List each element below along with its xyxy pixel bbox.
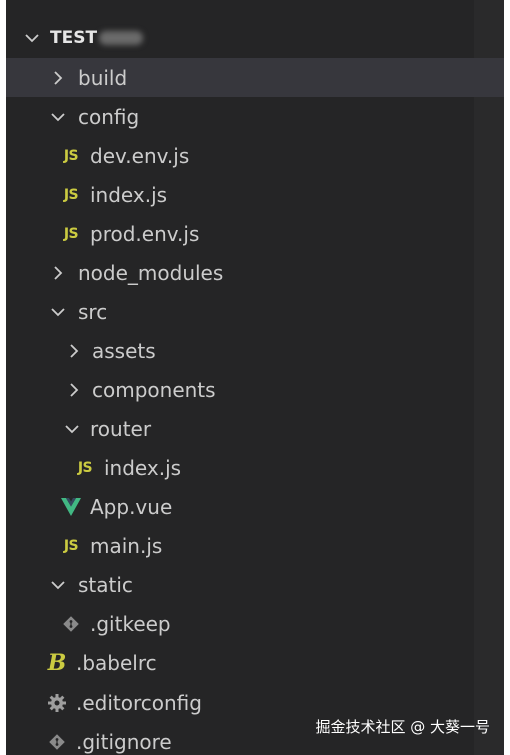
chevron-down-icon — [60, 417, 84, 441]
tree-item-label: router — [90, 416, 152, 441]
tree-item-label: index.js — [104, 455, 182, 480]
tree-item-router[interactable]: router — [6, 409, 504, 448]
tree-item-router-index-js[interactable]: JS index.js — [6, 448, 504, 487]
chevron-right-icon — [46, 261, 70, 285]
tree-item-components[interactable]: components — [6, 370, 504, 409]
tree-item-label: static — [78, 572, 133, 597]
tree-item-label: build — [78, 65, 128, 90]
chevron-down-icon — [46, 573, 70, 597]
chevron-right-icon — [62, 339, 86, 363]
watermark-text: 掘金技术社区 @ 大葵一号 — [315, 718, 490, 736]
tree-item-prod-env-js[interactable]: JS prod.env.js — [6, 214, 504, 253]
gear-icon — [44, 693, 70, 713]
tree-item-babelrc[interactable]: B .babelrc — [6, 643, 504, 682]
redacted-text — [99, 31, 144, 45]
js-file-icon: JS — [63, 225, 79, 242]
git-icon — [58, 615, 84, 633]
tree-item-src[interactable]: src — [6, 292, 504, 331]
chevron-down-icon — [46, 300, 70, 324]
tree-item-label: .editorconfig — [76, 690, 202, 715]
tree-item-label: main.js — [90, 533, 163, 558]
explorer-root-folder[interactable]: TEST — [6, 18, 486, 58]
tree-item-label: .babelrc — [76, 650, 157, 675]
tree-item-label: components — [92, 377, 216, 402]
vue-icon — [58, 497, 84, 517]
tree-item-label: node_modules — [78, 260, 224, 285]
js-file-icon: JS — [77, 459, 93, 476]
tree-item-node-modules[interactable]: node_modules — [6, 253, 504, 292]
tree-item-main-js[interactable]: JS main.js — [6, 526, 504, 565]
root-folder-label: TEST — [50, 28, 98, 48]
tree-item-index-js[interactable]: JS index.js — [6, 175, 504, 214]
tree-item-label: .gitkeep — [90, 611, 171, 636]
tree-item-label: assets — [92, 338, 156, 363]
tree-item-label: index.js — [90, 182, 168, 207]
chevron-down-icon — [20, 26, 44, 50]
tree-item-label: prod.env.js — [90, 221, 200, 246]
chevron-down-icon — [46, 105, 70, 129]
tree-item-label: .gitignore — [76, 729, 172, 754]
tree-item-app-vue[interactable]: App.vue — [6, 487, 504, 526]
chevron-right-icon — [62, 378, 86, 402]
tree-item-assets[interactable]: assets — [6, 331, 504, 370]
js-file-icon: JS — [63, 186, 79, 203]
babel-icon: B — [47, 649, 67, 676]
tree-item-dev-env-js[interactable]: JS dev.env.js — [6, 136, 504, 175]
chevron-right-icon — [46, 66, 70, 90]
tree-item-label: App.vue — [90, 494, 173, 519]
js-file-icon: JS — [63, 147, 79, 164]
js-file-icon: JS — [63, 537, 79, 554]
git-icon — [44, 733, 70, 751]
tree-item-static[interactable]: static — [6, 565, 504, 604]
tree-item-label: src — [78, 299, 108, 324]
tree-item-label: config — [78, 104, 140, 129]
tree-item-config[interactable]: config — [6, 97, 504, 136]
tree-item-gitkeep[interactable]: .gitkeep — [6, 604, 504, 643]
tree-item-build[interactable]: build — [6, 58, 504, 97]
file-explorer: TEST build config JS dev.env.js JS index… — [6, 0, 504, 755]
tree-item-label: dev.env.js — [90, 143, 190, 168]
